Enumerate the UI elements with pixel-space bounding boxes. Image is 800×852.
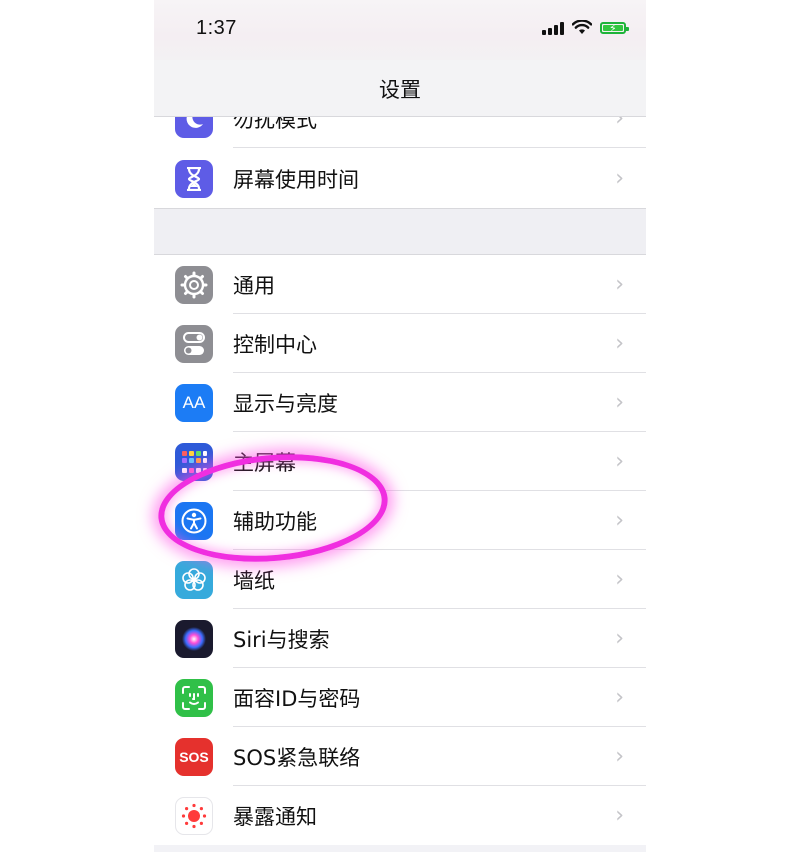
settings-row-label: SOS紧急联络 xyxy=(233,745,361,770)
wifi-icon xyxy=(572,20,592,34)
settings-row-label: 屏幕使用时间 xyxy=(233,167,359,192)
toggles-icon xyxy=(175,324,213,363)
face-id-icon xyxy=(175,678,213,717)
settings-row-accessibility[interactable]: 辅助功能 › xyxy=(154,491,646,550)
settings-row-home-screen[interactable]: 主屏幕 › xyxy=(154,432,646,491)
accessibility-icon xyxy=(175,501,213,540)
sos-icon: SOS xyxy=(175,737,213,776)
chevron-right-icon: › xyxy=(615,449,624,474)
chevron-right-icon: › xyxy=(615,567,624,592)
chevron-right-icon: › xyxy=(615,685,624,710)
settings-row-control-center[interactable]: 控制中心 › xyxy=(154,314,646,373)
settings-row-label: 通用 xyxy=(233,273,275,298)
settings-screen: 1:37 ⚡ 设置 勿扰模式 › 屏幕使用时间 › 通用 › 控制中心 › AA… xyxy=(154,0,646,852)
status-bar: 1:37 ⚡ xyxy=(154,0,646,60)
moon-icon xyxy=(175,117,213,138)
settings-row-label: 暴露通知 xyxy=(233,804,317,829)
siri-icon xyxy=(175,619,213,658)
navigation-bar: 设置 xyxy=(154,60,646,117)
gear-icon xyxy=(175,265,213,304)
hourglass-icon xyxy=(175,159,213,198)
settings-row-siri-search[interactable]: Siri与搜索 › xyxy=(154,609,646,668)
settings-list: 勿扰模式 › 屏幕使用时间 › 通用 › 控制中心 › AA 显示与亮度 › 主… xyxy=(154,117,646,845)
chevron-right-icon: › xyxy=(615,331,624,356)
settings-row-exposure-notifications[interactable]: 暴露通知 › xyxy=(154,786,646,845)
settings-group-2: 通用 › 控制中心 › AA 显示与亮度 › 主屏幕 › 辅助功能 › 墙纸 ›… xyxy=(154,255,646,845)
home-grid-icon xyxy=(175,442,213,481)
cellular-signal-icon xyxy=(542,21,564,35)
chevron-right-icon: › xyxy=(615,166,624,191)
flower-icon xyxy=(175,560,213,599)
settings-row-label: 面容ID与密码 xyxy=(233,686,361,711)
chevron-right-icon: › xyxy=(615,117,624,131)
settings-row-do-not-disturb[interactable]: 勿扰模式 › xyxy=(154,117,646,148)
settings-row-display-brightness[interactable]: AA 显示与亮度 › xyxy=(154,373,646,432)
settings-row-wallpaper[interactable]: 墙纸 › xyxy=(154,550,646,609)
page-title: 设置 xyxy=(379,78,421,102)
settings-group-1: 勿扰模式 › 屏幕使用时间 › xyxy=(154,117,646,208)
settings-row-label: 控制中心 xyxy=(233,332,317,357)
settings-row-label: 主屏幕 xyxy=(233,450,296,475)
settings-row-face-id-passcode[interactable]: 面容ID与密码 › xyxy=(154,668,646,727)
chevron-right-icon: › xyxy=(615,803,624,828)
settings-row-general[interactable]: 通用 › xyxy=(154,255,646,314)
settings-row-label: 墙纸 xyxy=(233,568,275,593)
settings-row-label: 勿扰模式 xyxy=(233,117,317,132)
settings-row-emergency-sos[interactable]: SOS SOS紧急联络 › xyxy=(154,727,646,786)
text-size-icon: AA xyxy=(175,383,213,422)
chevron-right-icon: › xyxy=(615,508,624,533)
battery-charging-icon: ⚡ xyxy=(600,21,629,35)
exposure-icon xyxy=(175,796,213,835)
chevron-right-icon: › xyxy=(615,390,624,415)
status-time: 1:37 xyxy=(196,17,237,39)
section-spacer xyxy=(154,208,646,255)
settings-row-label: Siri与搜索 xyxy=(233,627,330,652)
settings-row-screen-time[interactable]: 屏幕使用时间 › xyxy=(154,149,646,208)
chevron-right-icon: › xyxy=(615,744,624,769)
chevron-right-icon: › xyxy=(615,272,624,297)
chevron-right-icon: › xyxy=(615,626,624,651)
settings-row-label: 显示与亮度 xyxy=(233,391,338,416)
settings-row-label: 辅助功能 xyxy=(233,509,317,534)
